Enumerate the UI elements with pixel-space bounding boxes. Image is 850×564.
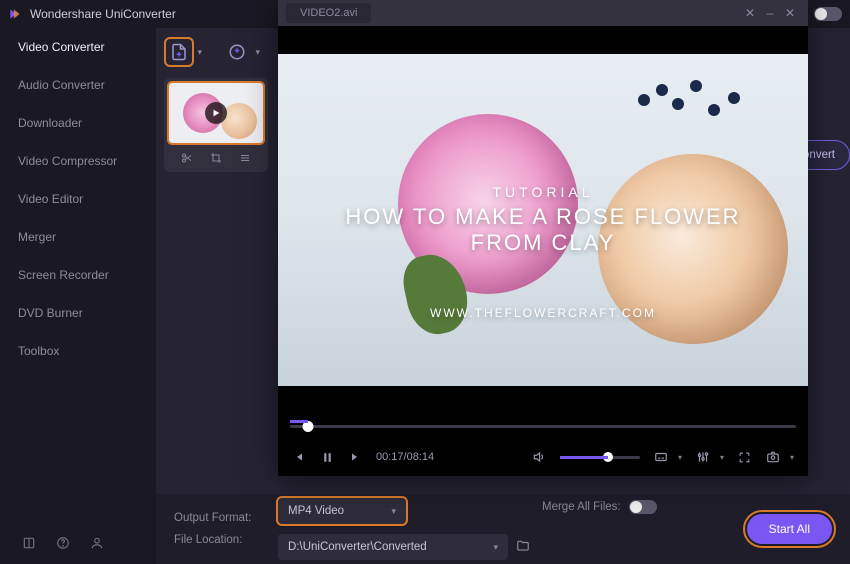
chevron-down-icon: ▾ [678, 453, 682, 462]
merge-label: Merge All Files: [542, 501, 621, 513]
account-icon[interactable] [90, 536, 104, 550]
video-thumb-card[interactable] [164, 78, 268, 172]
chevron-down-icon: ▾ [197, 47, 202, 58]
output-format-value: MP4 Video [288, 505, 344, 517]
chevron-down-icon: ▾ [255, 47, 260, 58]
close-icon[interactable]: ✕ [740, 6, 760, 20]
sidebar-item-toolbox[interactable]: Toolbox [0, 332, 156, 370]
chevron-down-icon: ▾ [720, 453, 724, 462]
file-location-value: D:\UniConverter\Converted [288, 541, 427, 553]
settings-icon[interactable] [696, 450, 710, 464]
footer-bar: Output Format: File Location: MP4 Video … [156, 494, 850, 564]
snapshot-icon[interactable] [766, 450, 780, 464]
play-icon [205, 102, 227, 124]
sidebar-item-video-editor[interactable]: Video Editor [0, 180, 156, 218]
sidebar-item-screen-recorder[interactable]: Screen Recorder [0, 256, 156, 294]
chevron-down-icon: ▾ [790, 453, 794, 462]
add-file-button[interactable]: ▾ [166, 39, 192, 65]
time-display: 00:17/08:14 [376, 451, 434, 463]
app-title: Wondershare UniConverter [30, 7, 176, 21]
preview-tab[interactable]: VIDEO2.avi [286, 3, 371, 23]
sidebar-item-video-converter[interactable]: Video Converter [0, 28, 156, 66]
player-controls: 00:17/08:14 ▾ ▾ ▾ [278, 438, 808, 476]
sidebar-item-merger[interactable]: Merger [0, 218, 156, 256]
app-logo [8, 7, 22, 21]
sidebar-item-downloader[interactable]: Downloader [0, 104, 156, 142]
chevron-down-icon: ▾ [493, 542, 498, 553]
sidebar-item-video-compressor[interactable]: Video Compressor [0, 142, 156, 180]
theme-toggle[interactable] [814, 7, 842, 21]
trim-icon[interactable] [181, 151, 193, 163]
subtitle-icon[interactable] [654, 450, 668, 464]
open-folder-icon[interactable] [516, 539, 530, 556]
file-location-label: File Location: [174, 534, 266, 546]
output-format-select[interactable]: MP4 Video ▾ [278, 498, 406, 524]
window-close-icon[interactable]: ✕ [780, 6, 800, 20]
fullscreen-icon[interactable] [738, 450, 752, 464]
volume-slider[interactable] [560, 456, 640, 459]
prev-icon[interactable] [292, 450, 306, 464]
minimize-icon[interactable]: – [760, 6, 780, 20]
video-overlay-text: TUTORIAL HOW TO MAKE A ROSE FLOWER FROM … [278, 184, 808, 320]
preview-header: VIDEO2.avi ✕ – ✕ [278, 0, 808, 26]
preview-window: VIDEO2.avi ✕ – ✕ TUTORIAL HOW TO MAKE A … [278, 0, 808, 476]
volume-icon[interactable] [532, 450, 546, 464]
crop-icon[interactable] [210, 151, 222, 163]
guide-icon[interactable] [22, 536, 36, 550]
video-area[interactable]: TUTORIAL HOW TO MAKE A ROSE FLOWER FROM … [278, 26, 808, 414]
video-thumbnail[interactable] [169, 83, 263, 143]
help-icon[interactable] [56, 536, 70, 550]
sidebar: Video Converter Audio Converter Download… [0, 28, 156, 564]
start-all-button[interactable]: Start All [747, 514, 832, 544]
output-format-label: Output Format: [174, 512, 266, 524]
sidebar-item-dvd-burner[interactable]: DVD Burner [0, 294, 156, 332]
file-location-select[interactable]: D:\UniConverter\Converted ▾ [278, 534, 508, 560]
chevron-down-icon: ▾ [391, 506, 396, 517]
pause-icon[interactable] [320, 450, 334, 464]
sidebar-item-audio-converter[interactable]: Audio Converter [0, 66, 156, 104]
next-icon[interactable] [348, 450, 362, 464]
add-url-button[interactable]: ▾ [224, 39, 250, 65]
progress-bar[interactable] [278, 414, 808, 438]
merge-toggle[interactable] [629, 500, 657, 514]
more-icon[interactable] [239, 151, 251, 163]
